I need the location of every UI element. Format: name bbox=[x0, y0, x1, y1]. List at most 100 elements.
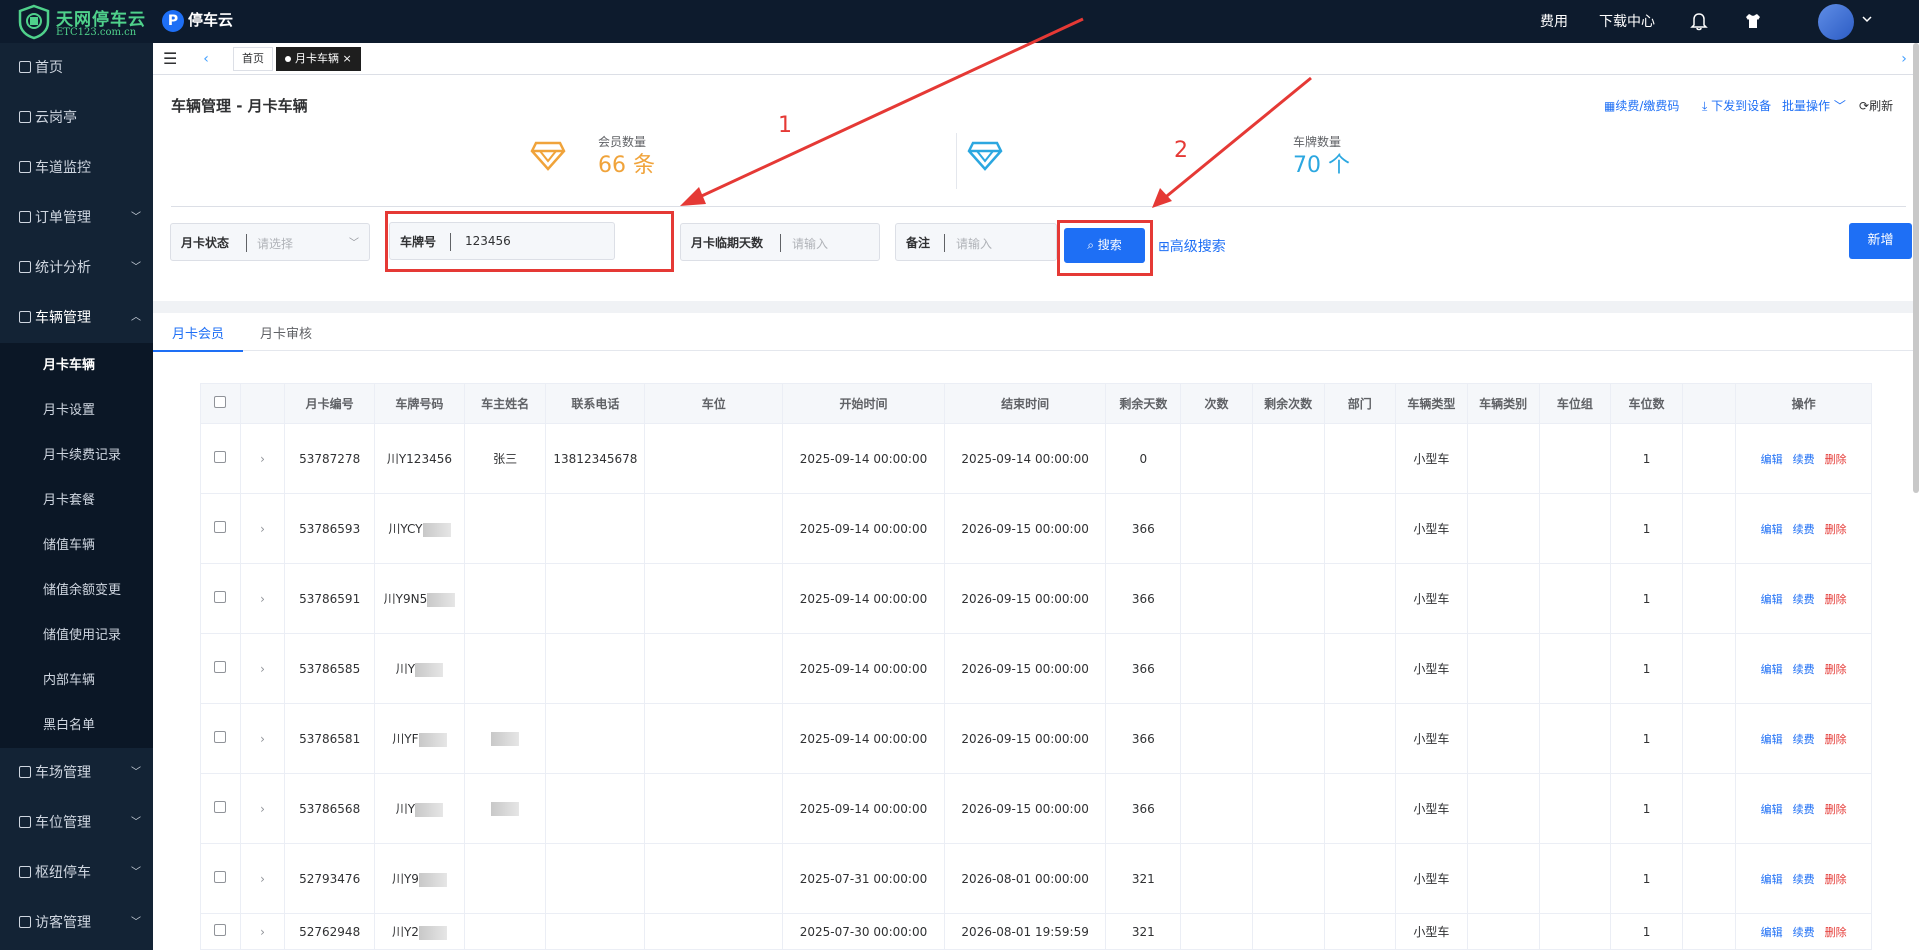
select-all-cell[interactable] bbox=[200, 383, 241, 424]
fees-link[interactable]: 费用 bbox=[1540, 11, 1568, 31]
tab-home[interactable]: 首页 bbox=[233, 47, 273, 71]
chevron-down-icon[interactable] bbox=[1860, 12, 1874, 26]
add-button[interactable]: 新增 bbox=[1849, 223, 1912, 259]
checkbox[interactable] bbox=[214, 521, 227, 533]
tab-monthly-review[interactable]: 月卡审核 bbox=[260, 323, 312, 342]
renew-link[interactable]: 续费 bbox=[1793, 523, 1815, 536]
expand-cell[interactable]: › bbox=[239, 493, 286, 564]
advanced-search-link[interactable]: ⊞高级搜索 bbox=[1158, 236, 1226, 256]
scrollbar[interactable] bbox=[1913, 43, 1919, 493]
refresh-button[interactable]: ⟳刷新 bbox=[1859, 97, 1893, 114]
delete-link[interactable]: 删除 bbox=[1825, 663, 1847, 676]
edit-link[interactable]: 编辑 bbox=[1761, 803, 1783, 816]
sidebar-item-parking-lot[interactable]: 车场管理 ﹀ bbox=[0, 748, 153, 798]
chevron-right-icon[interactable]: › bbox=[260, 452, 265, 466]
delete-link[interactable]: 删除 bbox=[1825, 453, 1847, 466]
hamburger-icon[interactable]: ☰ bbox=[163, 49, 177, 68]
batch-operations-dropdown[interactable]: 批量操作 ﹀ bbox=[1782, 97, 1846, 114]
checkbox[interactable] bbox=[214, 924, 227, 936]
download-device-link[interactable]: ⤓ 下发到设备 bbox=[1702, 97, 1771, 114]
brand[interactable]: P 停车云 bbox=[162, 9, 233, 32]
chevron-right-icon[interactable]: › bbox=[260, 802, 265, 816]
sidebar-item-cloud-booth[interactable]: 云岗亭 bbox=[0, 93, 153, 143]
delete-link[interactable]: 删除 bbox=[1825, 926, 1847, 939]
row-select-cell[interactable] bbox=[200, 703, 241, 774]
tab-monthly-members[interactable]: 月卡会员 bbox=[172, 323, 224, 342]
sidebar-item-vehicles[interactable]: 车辆管理 ︿ bbox=[0, 293, 153, 343]
row-select-cell[interactable] bbox=[200, 773, 241, 844]
delete-link[interactable]: 删除 bbox=[1825, 803, 1847, 816]
delete-link[interactable]: 删除 bbox=[1825, 733, 1847, 746]
checkbox[interactable] bbox=[214, 661, 227, 673]
checkbox[interactable] bbox=[214, 731, 227, 743]
edit-link[interactable]: 编辑 bbox=[1761, 593, 1783, 606]
chevron-right-icon[interactable]: › bbox=[260, 662, 265, 676]
sidebar-item-statistics[interactable]: 统计分析 ﹀ bbox=[0, 243, 153, 293]
checkbox[interactable] bbox=[214, 801, 227, 813]
close-icon[interactable]: × bbox=[343, 52, 352, 65]
sidebar-item-lane-monitor[interactable]: 车道监控 bbox=[0, 143, 153, 193]
chevron-right-icon[interactable]: › bbox=[260, 592, 265, 606]
expand-cell[interactable]: › bbox=[239, 423, 286, 494]
delete-link[interactable]: 删除 bbox=[1825, 593, 1847, 606]
checkbox[interactable] bbox=[214, 591, 227, 603]
checkbox[interactable] bbox=[214, 451, 227, 463]
renew-link[interactable]: 续费 bbox=[1793, 873, 1815, 886]
renew-link[interactable]: 续费 bbox=[1793, 803, 1815, 816]
expiry-days-field[interactable]: 月卡临期天数 请输入 bbox=[680, 223, 880, 261]
chevron-right-icon[interactable]: › bbox=[260, 732, 265, 746]
renew-link[interactable]: 续费 bbox=[1793, 593, 1815, 606]
chevron-right-icon[interactable]: › bbox=[260, 522, 265, 536]
renew-code-link[interactable]: ▦续费/缴费码 bbox=[1604, 97, 1679, 114]
card-status-select[interactable]: 月卡状态 请选择 ﹀ bbox=[170, 223, 370, 261]
row-select-cell[interactable] bbox=[200, 563, 241, 634]
renew-link[interactable]: 续费 bbox=[1793, 453, 1815, 466]
sidebar-item-visitors[interactable]: 访客管理 ﹀ bbox=[0, 898, 153, 948]
checkbox[interactable] bbox=[214, 396, 227, 408]
avatar[interactable] bbox=[1818, 4, 1854, 40]
checkbox[interactable] bbox=[214, 871, 227, 883]
delete-link[interactable]: 删除 bbox=[1825, 873, 1847, 886]
submenu-item-monthly-vehicles[interactable]: 月卡车辆 bbox=[6, 343, 153, 388]
edit-link[interactable]: 编辑 bbox=[1761, 523, 1783, 536]
row-select-cell[interactable] bbox=[200, 423, 241, 494]
tshirt-icon[interactable] bbox=[1742, 10, 1764, 32]
row-select-cell[interactable] bbox=[200, 913, 241, 950]
edit-link[interactable]: 编辑 bbox=[1761, 453, 1783, 466]
note-field[interactable]: 备注 请输入 bbox=[895, 223, 1057, 261]
expand-cell[interactable]: › bbox=[239, 773, 286, 844]
submenu-item-renewal-records[interactable]: 月卡续费记录 bbox=[6, 433, 153, 478]
expand-cell[interactable]: › bbox=[239, 913, 286, 950]
edit-link[interactable]: 编辑 bbox=[1761, 926, 1783, 939]
edit-link[interactable]: 编辑 bbox=[1761, 873, 1783, 886]
row-select-cell[interactable] bbox=[200, 843, 241, 914]
delete-link[interactable]: 删除 bbox=[1825, 523, 1847, 536]
expand-cell[interactable]: › bbox=[239, 633, 286, 704]
sidebar-item-home[interactable]: 首页 bbox=[0, 43, 153, 93]
sidebar-item-orders[interactable]: 订单管理 ﹀ bbox=[0, 193, 153, 243]
edit-link[interactable]: 编辑 bbox=[1761, 663, 1783, 676]
chevron-right-icon[interactable]: › bbox=[260, 872, 265, 886]
bell-icon[interactable] bbox=[1688, 10, 1710, 32]
tab-monthly-vehicles[interactable]: 月卡车辆 × bbox=[276, 47, 361, 71]
expand-cell[interactable]: › bbox=[239, 843, 286, 914]
submenu-item-balance-changes[interactable]: 储值余额变更 bbox=[6, 568, 153, 613]
edit-link[interactable]: 编辑 bbox=[1761, 733, 1783, 746]
submenu-item-internal-vehicles[interactable]: 内部车辆 bbox=[6, 658, 153, 703]
renew-link[interactable]: 续费 bbox=[1793, 663, 1815, 676]
expand-cell[interactable]: › bbox=[239, 563, 286, 634]
chevron-right-icon[interactable]: › bbox=[260, 925, 265, 939]
submenu-item-stored-value-vehicles[interactable]: 储值车辆 bbox=[6, 523, 153, 568]
row-select-cell[interactable] bbox=[200, 493, 241, 564]
chevron-left-icon[interactable]: ‹ bbox=[193, 46, 219, 72]
submenu-item-blacklist[interactable]: 黑白名单 bbox=[6, 703, 153, 748]
download-center-link[interactable]: 下载中心 bbox=[1599, 11, 1655, 31]
sidebar-item-hub-parking[interactable]: 枢纽停车 ﹀ bbox=[0, 848, 153, 898]
submenu-item-monthly-settings[interactable]: 月卡设置 bbox=[6, 388, 153, 433]
row-select-cell[interactable] bbox=[200, 633, 241, 704]
submenu-item-usage-records[interactable]: 储值使用记录 bbox=[6, 613, 153, 658]
renew-link[interactable]: 续费 bbox=[1793, 926, 1815, 939]
submenu-item-monthly-plans[interactable]: 月卡套餐 bbox=[6, 478, 153, 523]
sidebar-item-spaces[interactable]: 车位管理 ﹀ bbox=[0, 798, 153, 848]
expand-cell[interactable]: › bbox=[239, 703, 286, 774]
